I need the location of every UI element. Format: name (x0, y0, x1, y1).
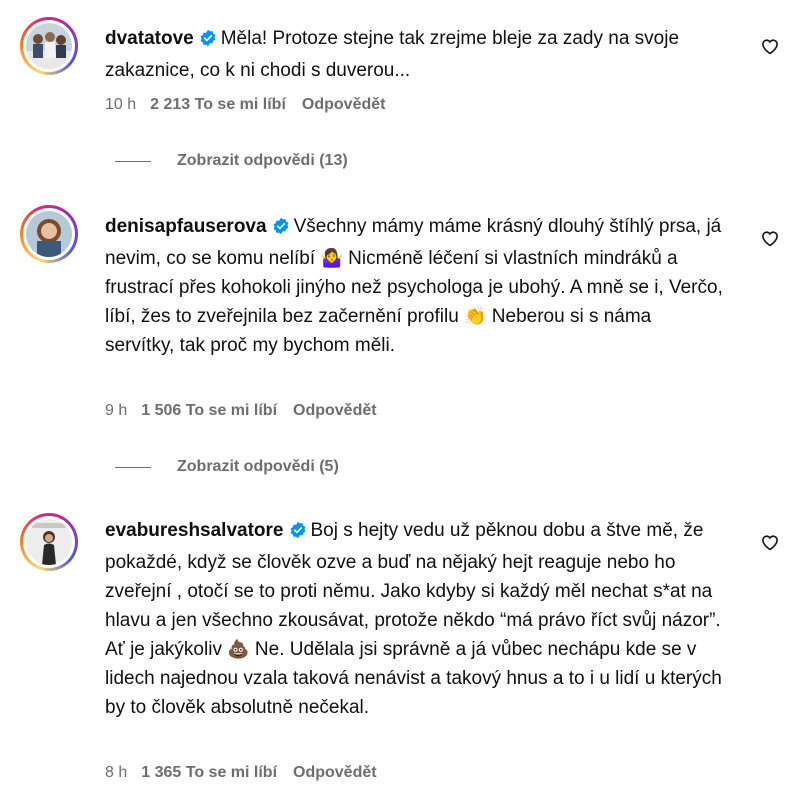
comment-body: evabureshsalvatore Boj s hejty vedu už pě… (105, 516, 725, 722)
verified-badge-icon (199, 27, 217, 56)
reply-button[interactable]: Odpovědět (302, 96, 386, 113)
divider-line (115, 160, 151, 162)
view-replies-button[interactable]: Zobrazit odpovědi (5) (115, 458, 339, 476)
username[interactable]: evabureshsalvatore (105, 520, 284, 541)
comment-meta: 9 h 1 506 To se mi líbí Odpovědět (105, 402, 391, 420)
heart-outline-icon[interactable] (760, 36, 780, 56)
timestamp: 8 h (105, 764, 128, 781)
timestamp: 9 h (105, 402, 128, 419)
shrug-emoji: 🤷‍♀️ (320, 248, 343, 268)
avatar[interactable] (20, 205, 78, 263)
reply-button[interactable]: Odpovědět (293, 764, 377, 781)
avatar[interactable] (20, 17, 78, 75)
view-replies-label: Zobrazit odpovědi (5) (177, 458, 339, 475)
comment-body: denisapfauserova Všechny mámy máme krásný… (105, 212, 725, 360)
verified-badge-icon (272, 215, 290, 244)
avatar-photo (26, 23, 72, 69)
username[interactable]: dvatatove (105, 28, 194, 49)
likes-count[interactable]: 2 213 To se mi líbí (150, 96, 286, 113)
likes-count[interactable]: 1 365 To se mi líbí (141, 764, 277, 781)
avatar[interactable] (20, 513, 78, 571)
avatar-photo (26, 519, 72, 565)
timestamp: 10 h (105, 96, 137, 113)
divider-line (115, 466, 151, 468)
comment-body: dvatatove Měla! Protoze stejne tak zrejme… (105, 24, 725, 85)
heart-outline-icon[interactable] (760, 228, 780, 248)
username[interactable]: denisapfauserova (105, 216, 267, 237)
view-replies-label: Zobrazit odpovědi (13) (177, 152, 348, 169)
reply-button[interactable]: Odpovědět (293, 402, 377, 419)
verified-badge-icon (289, 519, 307, 548)
comment-meta: 8 h 1 365 To se mi líbí Odpovědět (105, 764, 391, 782)
heart-outline-icon[interactable] (760, 532, 780, 552)
likes-count[interactable]: 1 506 To se mi líbí (141, 402, 277, 419)
poop-emoji: 💩 (227, 639, 250, 659)
comment-meta: 10 h 2 213 To se mi líbí Odpovědět (105, 96, 399, 114)
avatar-photo (26, 211, 72, 257)
view-replies-button[interactable]: Zobrazit odpovědi (13) (115, 152, 348, 170)
clapping-emoji: 👏 (464, 306, 487, 326)
